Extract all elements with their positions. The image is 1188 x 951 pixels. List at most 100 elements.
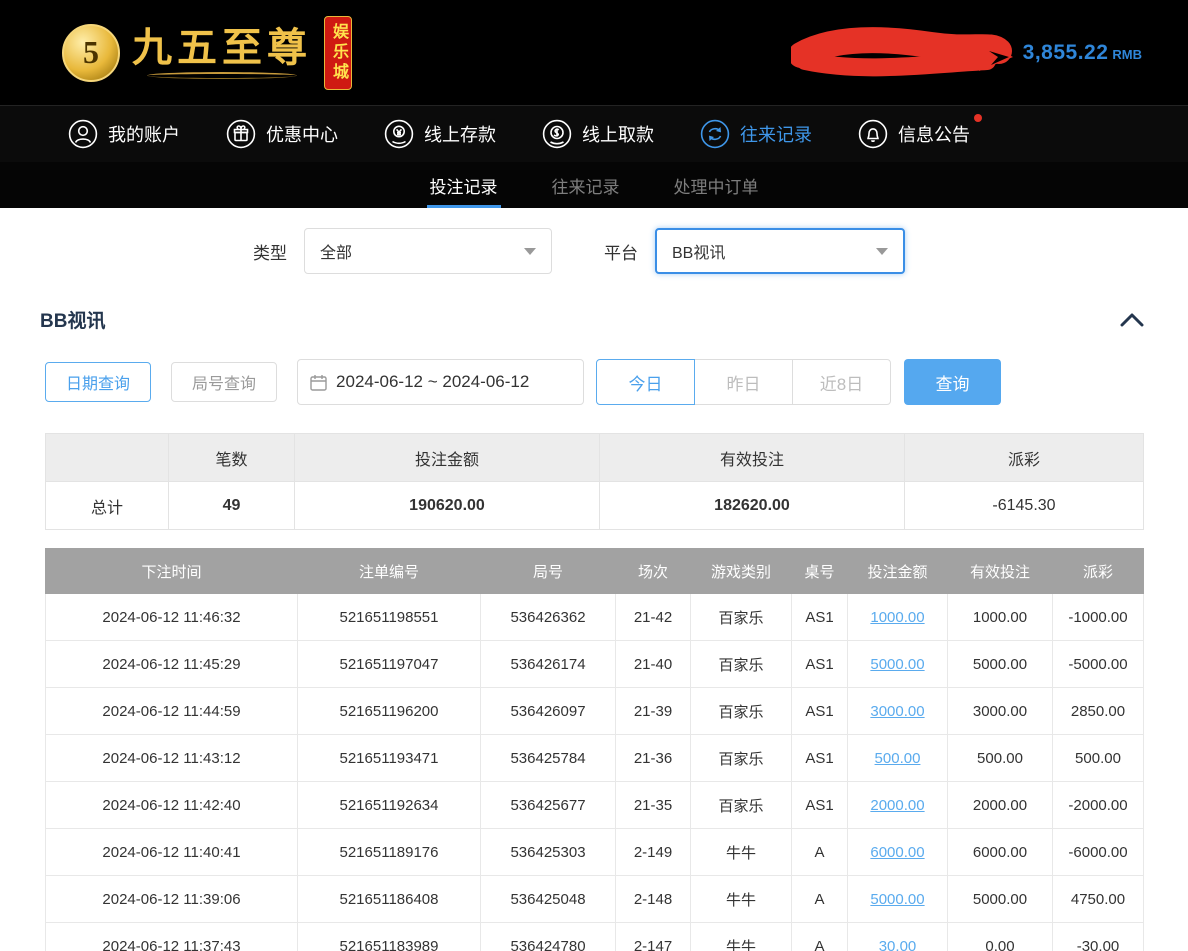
- date-query-button[interactable]: 日期查询: [45, 362, 151, 402]
- bell-icon: [858, 119, 888, 149]
- filter-row: 类型 全部 平台 BB视讯: [0, 208, 1188, 280]
- cell-bet-amount: 30.00: [848, 923, 948, 951]
- round-query-button[interactable]: 局号查询: [171, 362, 277, 402]
- cell-table-no: AS1: [792, 782, 848, 829]
- collapse-section-button[interactable]: [1120, 313, 1144, 327]
- last-8-days-button[interactable]: 近8日: [792, 359, 891, 405]
- cell-bet-time: 2024-06-12 11:39:06: [46, 876, 298, 923]
- cell-valid-bet: 5000.00: [948, 876, 1053, 923]
- bet-amount-link[interactable]: 1000.00: [870, 609, 924, 626]
- nav-item-deposit[interactable]: 线上存款: [384, 119, 496, 149]
- tab-transaction-records[interactable]: 往来记录: [548, 162, 624, 208]
- cell-bet-amount: 5000.00: [848, 641, 948, 688]
- cell-order-no: 521651197047: [298, 641, 481, 688]
- tab-pending-orders[interactable]: 处理中订单: [670, 162, 763, 208]
- bet-table-body: 2024-06-12 11:46:32 521651198551 5364263…: [46, 594, 1144, 951]
- cell-payout: 2850.00: [1053, 688, 1144, 735]
- cell-order-no: 521651193471: [298, 735, 481, 782]
- nav-item-promotions[interactable]: 优惠中心: [226, 119, 338, 149]
- cell-payout: -6000.00: [1053, 829, 1144, 876]
- col-header-bet-time: 下注时间: [46, 549, 298, 594]
- col-header-payout: 派彩: [1053, 549, 1144, 594]
- bet-amount-link[interactable]: 500.00: [875, 750, 921, 767]
- cell-order-no: 521651198551: [298, 594, 481, 641]
- cell-payout: -30.00: [1053, 923, 1144, 951]
- type-filter-label: 类型: [253, 239, 287, 264]
- logo-flourish-icon: [147, 72, 297, 79]
- transfer-icon: [700, 119, 730, 149]
- cell-bet-amount: 3000.00: [848, 688, 948, 735]
- cell-payout: 500.00: [1053, 735, 1144, 782]
- cell-valid-bet: 2000.00: [948, 782, 1053, 829]
- cell-session: 21-40: [616, 641, 691, 688]
- query-bar: 日期查询 局号查询 2024-06-12 ~ 2024-06-12 今日 昨日 …: [0, 359, 1188, 405]
- cell-bet-time: 2024-06-12 11:37:43: [46, 923, 298, 951]
- cell-valid-bet: 500.00: [948, 735, 1053, 782]
- nav-item-announcements[interactable]: 信息公告: [858, 119, 970, 149]
- platform-filter-label: 平台: [604, 239, 638, 264]
- cell-game-type: 牛牛: [691, 829, 792, 876]
- nav-item-label: 线上存款: [424, 121, 496, 147]
- nav-item-label: 优惠中心: [266, 121, 338, 147]
- cell-bet-time: 2024-06-12 11:42:40: [46, 782, 298, 829]
- cell-valid-bet: 0.00: [948, 923, 1053, 951]
- cell-table-no: A: [792, 876, 848, 923]
- col-header-bet-amount: 投注金额: [848, 549, 948, 594]
- quick-date-group: 今日 昨日 近8日: [596, 359, 891, 405]
- cell-table-no: AS1: [792, 688, 848, 735]
- date-range-input[interactable]: 2024-06-12 ~ 2024-06-12: [297, 359, 584, 405]
- cell-session: 21-42: [616, 594, 691, 641]
- col-header-valid-bet: 有效投注: [948, 549, 1053, 594]
- bet-amount-link[interactable]: 30.00: [879, 938, 917, 951]
- cell-game-type: 牛牛: [691, 876, 792, 923]
- cell-payout: -5000.00: [1053, 641, 1144, 688]
- yesterday-button[interactable]: 昨日: [694, 359, 793, 405]
- nav-item-my-account[interactable]: 我的账户: [68, 119, 180, 149]
- chevron-down-icon: [876, 248, 888, 255]
- chevron-down-icon: [524, 248, 536, 255]
- bet-amount-link[interactable]: 6000.00: [870, 844, 924, 861]
- cell-valid-bet: 6000.00: [948, 829, 1053, 876]
- cell-table-no: AS1: [792, 641, 848, 688]
- cell-table-no: AS1: [792, 594, 848, 641]
- summary-total-row: 总计 49 190620.00 182620.00 -6145.30: [46, 482, 1144, 530]
- balance-amount: 3,855.22: [1023, 41, 1109, 64]
- type-select[interactable]: 全部: [304, 228, 552, 274]
- cell-bet-time: 2024-06-12 11:46:32: [46, 594, 298, 641]
- bet-amount-link[interactable]: 5000.00: [870, 891, 924, 908]
- cell-order-no: 521651186408: [298, 876, 481, 923]
- nav-item-label: 往来记录: [740, 121, 812, 147]
- search-button[interactable]: 查询: [904, 359, 1001, 405]
- notification-dot: [974, 114, 982, 122]
- bet-amount-link[interactable]: 5000.00: [870, 656, 924, 673]
- main-nav: 我的账户 优惠中心 线上存款 线上取款: [0, 105, 1188, 162]
- today-button[interactable]: 今日: [596, 359, 695, 405]
- bet-records-table: 下注时间 注单编号 局号 场次 游戏类别 桌号 投注金额 有效投注 派彩 202…: [45, 548, 1144, 951]
- bet-amount-link[interactable]: 3000.00: [870, 703, 924, 720]
- cell-bet-amount: 2000.00: [848, 782, 948, 829]
- cell-table-no: AS1: [792, 735, 848, 782]
- balance-currency: RMB: [1112, 47, 1142, 62]
- platform-select-value: BB视讯: [672, 239, 725, 263]
- summary-table: 笔数 投注金额 有效投注 派彩 总计 49 190620.00 182620.0…: [45, 433, 1144, 530]
- cell-bet-amount: 500.00: [848, 735, 948, 782]
- cell-payout: 4750.00: [1053, 876, 1144, 923]
- nav-item-label: 线上取款: [582, 121, 654, 147]
- logo-badge: 娱乐城: [324, 16, 352, 90]
- deposit-icon: [384, 119, 414, 149]
- type-select-value: 全部: [320, 239, 352, 263]
- date-range-value: 2024-06-12 ~ 2024-06-12: [336, 372, 529, 392]
- nav-item-transaction-records[interactable]: 往来记录: [700, 119, 812, 149]
- account-balance: 3,855.22RMB: [1023, 41, 1142, 65]
- nav-item-withdraw[interactable]: 线上取款: [542, 119, 654, 149]
- site-logo[interactable]: 5 九五至尊 娱乐城: [62, 16, 384, 90]
- bet-table-header-row: 下注时间 注单编号 局号 场次 游戏类别 桌号 投注金额 有效投注 派彩: [46, 549, 1144, 594]
- table-row: 2024-06-12 11:39:06 521651186408 5364250…: [46, 876, 1144, 923]
- platform-select[interactable]: BB视讯: [655, 228, 905, 274]
- summary-header-row: 笔数 投注金额 有效投注 派彩: [46, 434, 1144, 482]
- section-title: BB视讯: [40, 306, 105, 333]
- bet-amount-link[interactable]: 2000.00: [870, 797, 924, 814]
- tab-bet-records[interactable]: 投注记录: [426, 162, 502, 208]
- cell-table-no: A: [792, 829, 848, 876]
- col-header-order-no: 注单编号: [298, 549, 481, 594]
